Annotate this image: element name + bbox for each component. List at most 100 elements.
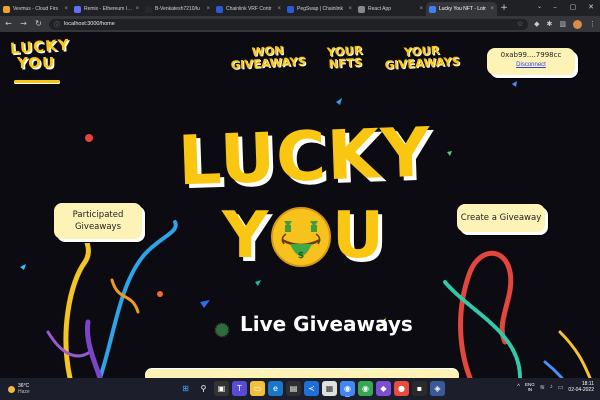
window-controls: – ▢ ✕ — [546, 0, 600, 14]
nav-your-nfts[interactable]: YOUR NFTS — [309, 43, 380, 71]
tab-close-icon[interactable]: × — [277, 6, 281, 12]
confetti-dot — [85, 134, 93, 142]
clock-date: 02-04-2022 — [568, 387, 594, 393]
sun-icon — [8, 385, 15, 393]
browser-tab[interactable]: PegSwap | Chainlink × — [284, 2, 355, 16]
confetti-triangle — [336, 98, 342, 105]
participated-giveaways-button[interactable]: Participated Giveaways — [54, 203, 142, 239]
maximize-button[interactable]: ▢ — [564, 0, 582, 14]
minimize-button[interactable]: – — [546, 0, 564, 14]
toolbar-actions: ◆ ✱ ▥ ⋮ — [534, 19, 596, 29]
browser-tab[interactable]: Vevmus - Cloud Firs × — [0, 2, 71, 16]
disconnect-link[interactable]: Disconnect — [487, 62, 575, 68]
sidebar-icon[interactable]: ▥ — [559, 20, 566, 28]
github-icon — [145, 5, 152, 13]
weather-widget[interactable]: 36°C Haze — [0, 383, 140, 395]
hero-title: LUCKY Y $ U — [177, 114, 433, 273]
chevron-up-icon[interactable]: ^ — [517, 384, 520, 390]
globe-icon — [429, 5, 436, 13]
clock[interactable]: 18:11 02-04-2022 — [568, 381, 594, 393]
logo-text-line2: YOU — [16, 54, 56, 72]
create-giveaway-button[interactable]: Create a Giveaway — [457, 204, 545, 232]
notepad-icon[interactable]: ▦ — [322, 381, 337, 396]
logo-text-line1: LUCKY — [9, 35, 71, 58]
confetti-dot — [157, 291, 163, 297]
tab-close-icon[interactable]: × — [419, 6, 423, 12]
start-icon[interactable]: ⊞ — [178, 381, 193, 396]
taskbar-apps: ⊞ ⚲ ▣ T ▭ e ▤ ≺ ▦ ◉ ◉ ◆ ● ▪ ◈ — [178, 381, 445, 397]
site-info-icon[interactable]: ⓘ — [54, 20, 60, 29]
browser-tab[interactable]: Chainlink VRF Contr × — [213, 2, 284, 16]
battery-icon[interactable]: ▭ — [558, 384, 564, 391]
store-icon[interactable]: ▤ — [286, 381, 301, 396]
site-logo[interactable]: LUCKY YOU — [9, 35, 71, 83]
live-giveaways-heading: Live Giveaways — [240, 312, 413, 336]
confetti-triangle — [255, 280, 261, 286]
tab-close-icon[interactable]: × — [206, 6, 210, 12]
hero-title-lucky: LUCKY — [176, 113, 433, 202]
volume-icon[interactable]: ♪ — [550, 384, 553, 390]
confetti-triangle — [200, 300, 210, 308]
extensions-puzzle-icon[interactable]: ✱ — [547, 20, 553, 28]
chainlink-icon — [216, 5, 223, 13]
nav-your-giveaways[interactable]: YOUR GIVEAWAYS — [379, 43, 464, 72]
squiggle-blue — [98, 220, 178, 378]
tab-title: React App — [368, 6, 392, 12]
tab-close-icon[interactable]: × — [64, 6, 68, 12]
close-window-button[interactable]: ✕ — [582, 0, 600, 14]
svg-text:$: $ — [298, 251, 304, 261]
vscode-icon[interactable]: ≺ — [304, 381, 319, 396]
chrome-icon[interactable]: ◉ — [340, 381, 355, 397]
money-mouth-face-icon: $ — [271, 207, 331, 267]
extension-icon[interactable]: ◆ — [534, 20, 539, 28]
profile-avatar[interactable] — [573, 19, 582, 29]
browser-tab[interactable]: B-Venkatesh7210/lu × — [142, 2, 213, 16]
squiggle-red — [458, 250, 514, 378]
giveaway-card[interactable] — [145, 369, 459, 378]
weather-desc: Haze — [18, 389, 30, 395]
screen: Vevmus - Cloud Firs × Remix - Ethereum IDE… — [0, 0, 600, 400]
search-icon[interactable]: ⚲ — [196, 381, 211, 396]
language-indicator[interactable]: ENG IN — [525, 382, 535, 392]
wallet-card: 0xab99....7998cc Disconnect — [487, 48, 575, 75]
url-text: localhost:3000/home — [64, 21, 115, 27]
lang-bottom: IN — [527, 387, 533, 392]
os-taskbar: 36°C Haze ⊞ ⚲ ▣ T ▭ e ▤ ≺ ▦ ◉ ◉ ◆ ● ▪ ◈ … — [0, 378, 600, 400]
cloud-icon — [3, 5, 10, 13]
tab-close-icon[interactable]: × — [135, 6, 139, 12]
address-bar[interactable]: ⓘ localhost:3000/home ☆ — [49, 18, 529, 30]
browser-tab[interactable]: Remix - Ethereum IDE × — [71, 2, 142, 16]
task-view-icon[interactable]: ▣ — [214, 381, 229, 396]
tab-search-icon[interactable]: ⌄ — [537, 3, 542, 10]
confetti-triangle — [20, 264, 26, 270]
browser-tab[interactable]: Lucky You NFT - Lotr × — [426, 2, 497, 16]
tab-title: Chainlink VRF Contr — [226, 6, 272, 12]
wallet-address: 0xab99....7998cc — [500, 51, 562, 59]
menu-kebab-icon[interactable]: ⋮ — [589, 20, 596, 28]
forward-icon[interactable]: → — [19, 16, 28, 32]
reload-icon[interactable]: ↻ — [34, 16, 43, 32]
nav-won-giveaways[interactable]: WON GIVEAWAYS — [225, 43, 310, 72]
hero-letter-u: U — [332, 199, 384, 273]
app-blue-icon[interactable]: ◈ — [430, 381, 445, 396]
browser-tab[interactable]: React App × — [355, 2, 426, 16]
edge-icon[interactable]: e — [268, 381, 283, 396]
app-dark-icon[interactable]: ▪ — [412, 381, 427, 396]
teams-icon[interactable]: T — [232, 381, 247, 396]
new-tab-button[interactable]: + — [497, 2, 511, 16]
back-icon[interactable]: ← — [4, 16, 13, 32]
squiggle-yellow-right — [558, 330, 592, 378]
wifi-icon[interactable]: ≋ — [540, 384, 545, 391]
main-nav: WON GIVEAWAYS YOUR NFTS YOUR GIVEAWAYS — [225, 43, 464, 72]
file-explorer-icon[interactable]: ▭ — [250, 381, 265, 396]
tab-close-icon[interactable]: × — [348, 6, 352, 12]
chainlink-icon — [287, 5, 294, 13]
globe-icon — [358, 5, 365, 13]
bookmark-star-icon[interactable]: ☆ — [517, 20, 523, 28]
tab-title: PegSwap | Chainlink — [297, 6, 344, 12]
app-red-icon[interactable]: ● — [394, 381, 409, 396]
tab-close-icon[interactable]: × — [490, 6, 494, 12]
chrome-alt-icon[interactable]: ◉ — [358, 381, 373, 396]
browser-tab-strip: Vevmus - Cloud Firs × Remix - Ethereum IDE… — [0, 0, 600, 16]
app-purple-icon[interactable]: ◆ — [376, 381, 391, 396]
